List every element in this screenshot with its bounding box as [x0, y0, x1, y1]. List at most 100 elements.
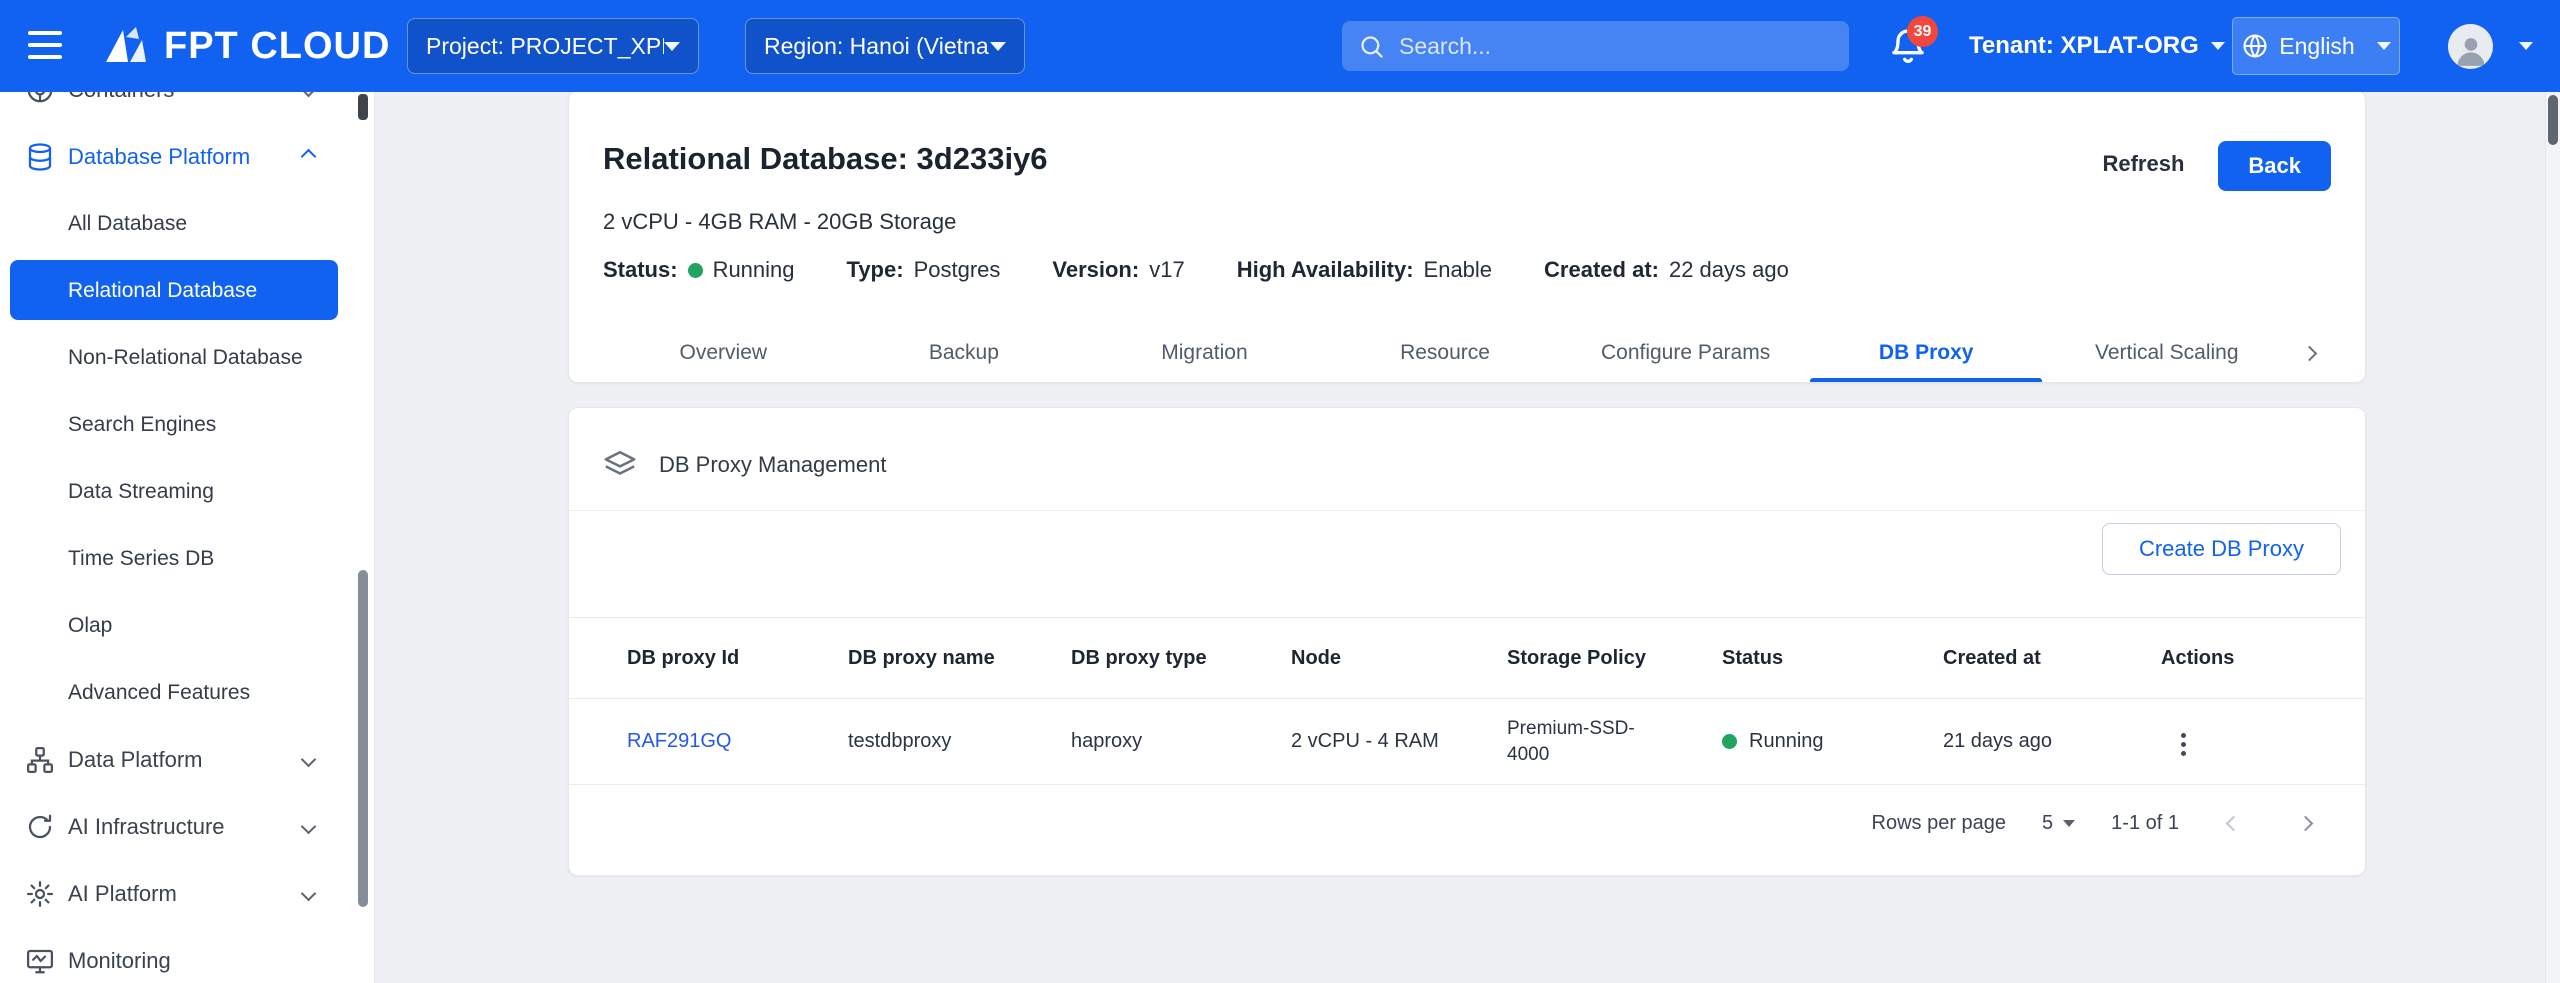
sidebar-item-time-series-db[interactable]: Time Series DB	[0, 525, 374, 592]
db-proxy-table: DB proxy Id DB proxy name DB proxy type …	[569, 617, 2365, 785]
sidebar-item-search-engines[interactable]: Search Engines	[0, 391, 374, 458]
notifications-button[interactable]: 39	[1888, 26, 1930, 68]
containers-icon	[25, 92, 55, 105]
sidebar-item-label: Non-Relational Database	[68, 346, 303, 370]
sidebar-item-label: All Database	[68, 212, 187, 236]
created-at-label: Created at:	[1544, 257, 1659, 283]
status-dot-green	[1722, 734, 1737, 749]
tab-resource[interactable]: Resource	[1325, 324, 1566, 382]
rows-per-page-select[interactable]: 5	[2042, 812, 2075, 835]
chevron-left-icon	[2225, 815, 2241, 831]
sidebar-item-data-platform[interactable]: Data Platform	[0, 726, 374, 793]
chevron-right-icon	[2301, 345, 2317, 361]
sidebar-item-data-streaming[interactable]: Data Streaming	[0, 458, 374, 525]
row-actions-menu-icon[interactable]	[2175, 727, 2192, 762]
tenant-label: Tenant: XPLAT-ORG	[1969, 32, 2199, 60]
sidebar-item-monitoring[interactable]: Monitoring	[0, 927, 374, 983]
sidebar-item-database-platform[interactable]: Database Platform	[0, 123, 374, 190]
cell-storage-policy: Premium-SSD-4000	[1507, 716, 1657, 767]
tab-vertical-scaling[interactable]: Vertical Scaling	[2046, 324, 2287, 382]
project-dropdown[interactable]: Project: PROJECT_XPL...	[407, 18, 699, 74]
rows-per-page-value: 5	[2042, 812, 2053, 835]
sidebar-item-label: Relational Database	[68, 279, 257, 303]
chevron-down-icon	[664, 42, 680, 51]
language-label: English	[2279, 33, 2354, 60]
sidebar-item-ai-infrastructure[interactable]: AI Infrastructure	[0, 793, 374, 860]
database-meta-row: Status: Running Type: Postgres Version: …	[569, 235, 2365, 283]
sidebar-item-relational-database[interactable]: Relational Database	[0, 257, 374, 324]
chevron-down-icon	[990, 42, 1006, 51]
next-page-button[interactable]	[2287, 805, 2323, 841]
region-dropdown[interactable]: Region: Hanoi (Vietna...	[745, 18, 1025, 74]
chevron-down-icon	[301, 92, 317, 97]
fpt-cloud-logo[interactable]: FPT CLOUD	[102, 0, 390, 92]
cell-db-proxy-id[interactable]: RAF291GQ	[627, 730, 848, 753]
column-db-proxy-name: DB proxy name	[848, 647, 1071, 670]
sidebar-item-label: Advanced Features	[68, 681, 250, 705]
page-title: Relational Database: 3d233iy6	[603, 141, 2102, 177]
chevron-down-icon	[301, 886, 317, 902]
tab-overview[interactable]: Overview	[603, 324, 844, 382]
monitoring-icon	[25, 946, 55, 976]
refresh-button[interactable]: Refresh	[2102, 151, 2184, 177]
global-search	[1342, 21, 1849, 71]
window-scrollbar-thumb[interactable]	[2548, 95, 2558, 145]
tab-db-proxy[interactable]: DB Proxy	[1806, 324, 2047, 382]
previous-page-button[interactable]	[2215, 805, 2251, 841]
sidebar-item-non-relational-database[interactable]: Non-Relational Database	[0, 324, 374, 391]
search-icon	[1358, 33, 1385, 60]
tab-migration[interactable]: Migration	[1084, 324, 1325, 382]
sidebar-scrollbar-thumb[interactable]	[358, 570, 368, 907]
sidebar-item-label: Monitoring	[68, 948, 171, 974]
user-icon	[2452, 31, 2490, 69]
tenant-dropdown[interactable]: Tenant: XPLAT-ORG	[1969, 0, 2225, 92]
sidebar-scrollbar[interactable]	[357, 92, 369, 983]
sidebar-item-label: Olap	[68, 614, 112, 638]
sidebar-item-label: Time Series DB	[68, 547, 214, 571]
search-input[interactable]	[1399, 33, 1833, 60]
ai-platform-icon	[25, 879, 55, 909]
chevron-down-icon	[2377, 42, 2391, 50]
table-header-row: DB proxy Id DB proxy name DB proxy type …	[569, 617, 2365, 699]
tabs-overflow-button[interactable]	[2287, 324, 2331, 382]
avatar	[2448, 24, 2493, 69]
sidebar-item-label: AI Infrastructure	[68, 814, 225, 840]
sidebar-item-label: Database Platform	[68, 144, 250, 170]
sidebar-item-label: Search Engines	[68, 413, 216, 437]
window-scrollbar[interactable]	[2545, 92, 2560, 983]
detail-tab-bar: Overview Backup Migration Resource Confi…	[603, 324, 2331, 382]
sidebar-scrollbar-segment[interactable]	[358, 94, 368, 120]
sidebar-item-all-database[interactable]: All Database	[0, 190, 374, 257]
column-status: Status	[1722, 647, 1943, 670]
create-db-proxy-button[interactable]: Create DB Proxy	[2102, 523, 2341, 575]
version-label: Version:	[1052, 257, 1139, 283]
layers-icon	[603, 448, 637, 482]
brand-text: FPT CLOUD	[164, 25, 390, 68]
tab-backup[interactable]: Backup	[844, 324, 1085, 382]
tab-configure-params[interactable]: Configure Params	[1565, 324, 1806, 382]
pagination-range: 1-1 of 1	[2111, 812, 2179, 835]
ai-infrastructure-icon	[25, 812, 55, 842]
user-menu[interactable]	[2448, 0, 2533, 92]
notification-count-badge: 39	[1907, 16, 1938, 47]
database-spec-subtitle: 2 vCPU - 4GB RAM - 20GB Storage	[569, 191, 2365, 235]
column-node: Node	[1291, 647, 1507, 670]
sidebar-item-containers[interactable]: Containers	[0, 92, 374, 123]
back-button[interactable]: Back	[2218, 141, 2331, 191]
sidebar-item-olap[interactable]: Olap	[0, 592, 374, 659]
chevron-down-icon	[2211, 42, 2225, 50]
sidebar-item-ai-platform[interactable]: AI Platform	[0, 860, 374, 927]
column-actions: Actions	[2161, 647, 2341, 670]
type-value: Postgres	[914, 257, 1001, 283]
sidebar-item-advanced-features[interactable]: Advanced Features	[0, 659, 374, 726]
language-dropdown[interactable]: English	[2232, 17, 2400, 75]
sidebar-item-label: Containers	[68, 92, 174, 103]
status-text: Running	[1749, 730, 1824, 753]
chevron-down-icon	[301, 819, 317, 835]
high-availability-label: High Availability:	[1237, 257, 1414, 283]
cell-actions	[2161, 721, 2341, 762]
hamburger-menu-icon[interactable]	[28, 31, 62, 61]
cell-db-proxy-type: haproxy	[1071, 730, 1291, 753]
data-platform-icon	[25, 745, 55, 775]
version-value: v17	[1149, 257, 1184, 283]
